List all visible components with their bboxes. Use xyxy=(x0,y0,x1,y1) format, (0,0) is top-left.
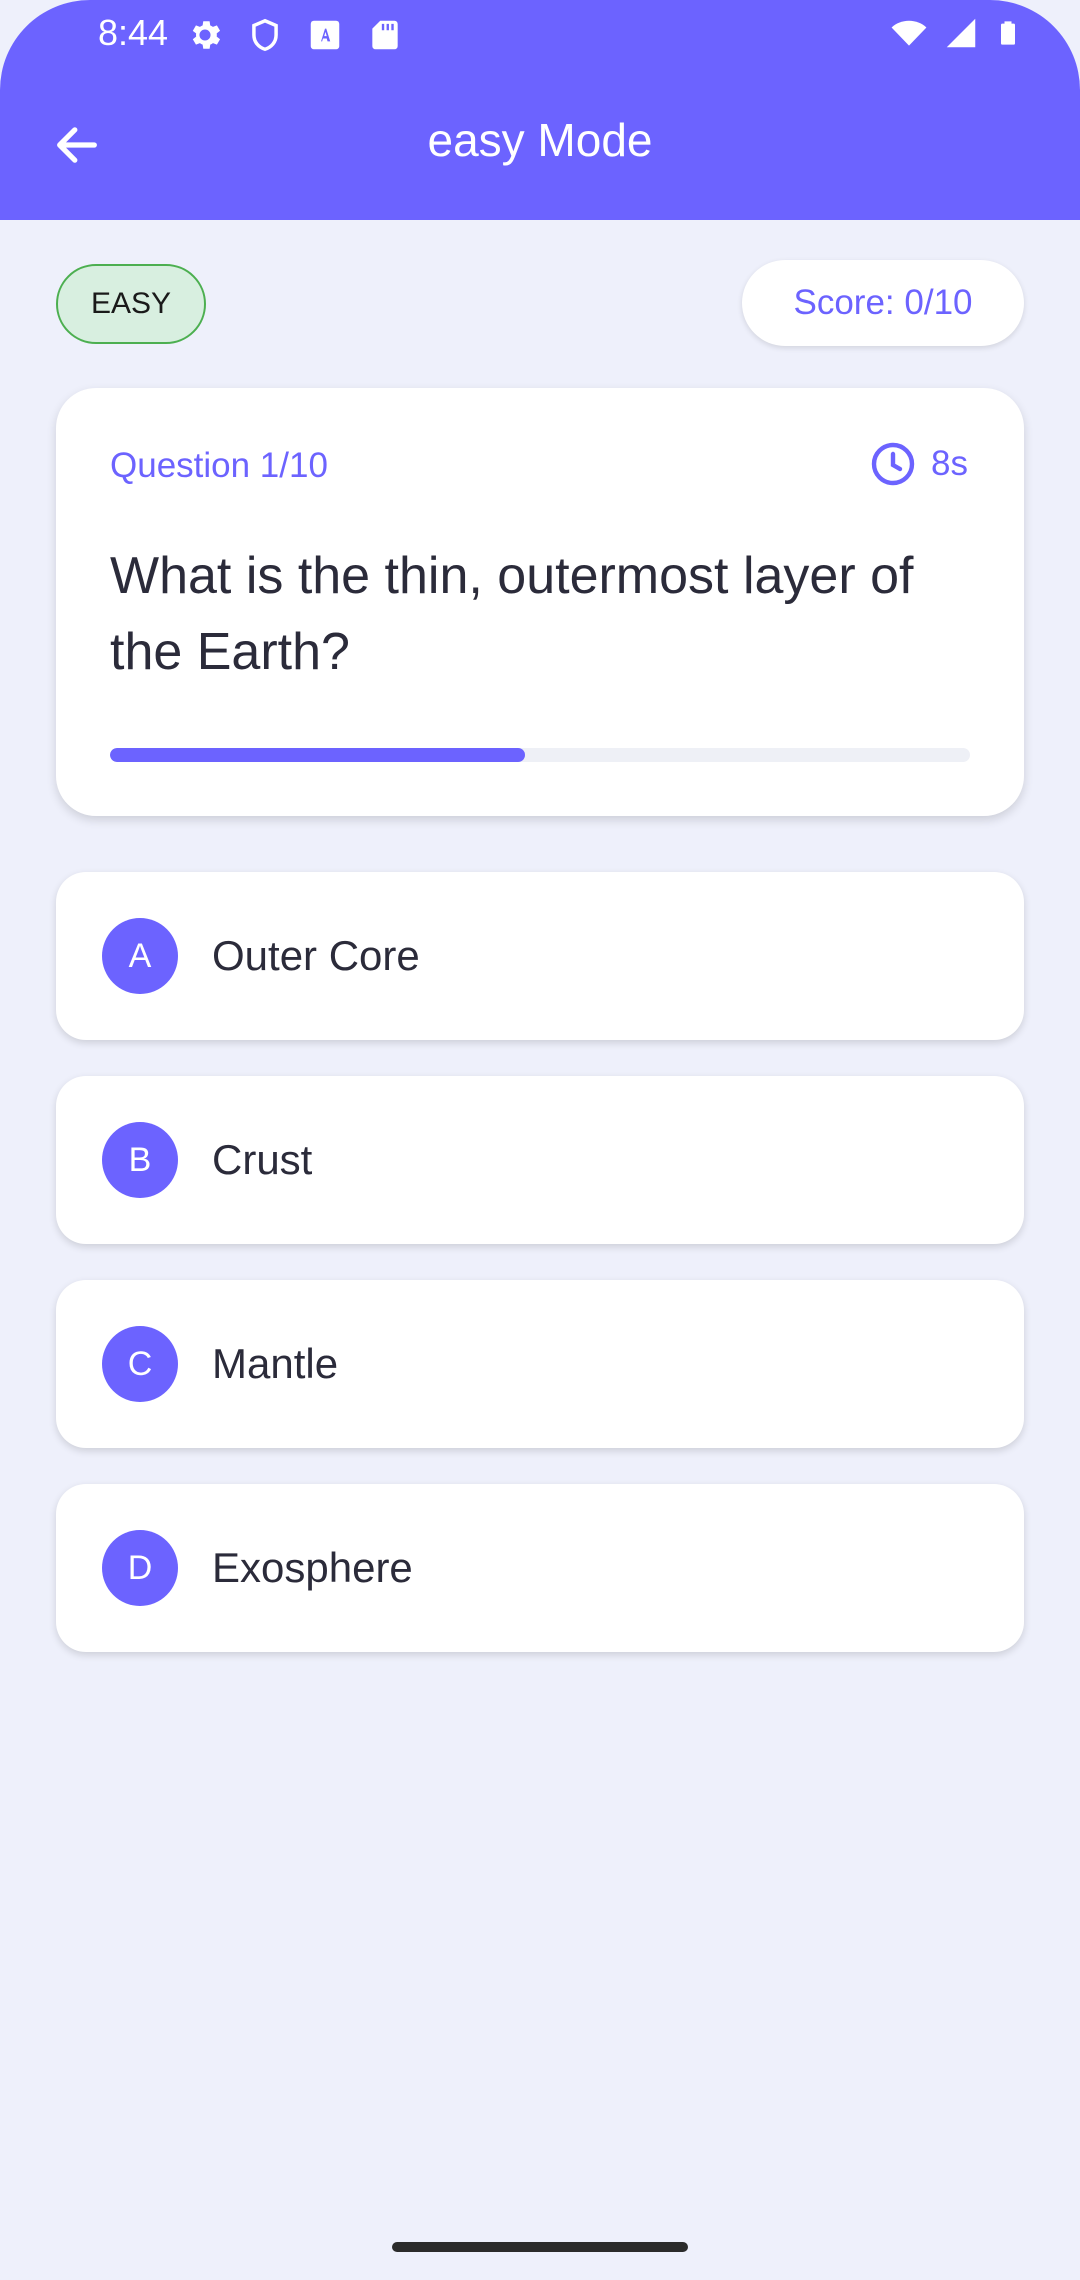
status-time: 8:44 xyxy=(98,12,169,53)
header: 8:44 easy Mode xyxy=(0,0,1080,220)
option-text: Mantle xyxy=(212,1340,339,1387)
settings-icon xyxy=(192,21,221,49)
timer-progress-bar xyxy=(110,748,970,762)
option-letter: A xyxy=(102,918,178,994)
timer-progress-fill xyxy=(110,748,526,762)
option-letter: C xyxy=(102,1326,178,1402)
option-d[interactable]: D Exosphere xyxy=(56,1484,1024,1652)
option-c[interactable]: C Mantle xyxy=(56,1280,1024,1448)
status-icons-right xyxy=(890,14,1022,52)
text-a-icon xyxy=(310,20,340,50)
option-a[interactable]: A Outer Core xyxy=(56,872,1024,1040)
shield-icon xyxy=(252,18,278,52)
status-bar: 8:44 xyxy=(0,0,1080,70)
question-text: What is the thin, outermost layer of the… xyxy=(110,547,914,681)
option-b[interactable]: B Crust xyxy=(56,1076,1024,1244)
option-text: Exosphere xyxy=(212,1544,413,1591)
score-badge: Score: 0/10 xyxy=(742,260,1024,346)
signal-icon xyxy=(946,18,976,48)
question-card: Question 1/10 8s What is the thin, outer… xyxy=(56,388,1024,816)
status-icons-left xyxy=(186,16,404,54)
timer-value: 8s xyxy=(931,444,968,483)
option-letter: B xyxy=(102,1122,178,1198)
timer: 8s xyxy=(869,440,968,488)
home-indicator[interactable] xyxy=(392,2242,688,2252)
difficulty-badge: EASY xyxy=(56,264,206,344)
sd-card-icon xyxy=(372,20,398,50)
wifi-icon xyxy=(891,20,927,46)
question-number: Question 1/10 xyxy=(110,446,328,485)
option-text: Crust xyxy=(212,1136,313,1183)
battery-icon xyxy=(1001,21,1015,45)
option-text: Outer Core xyxy=(212,932,420,979)
page-title: easy Mode xyxy=(427,114,653,166)
option-letter: D xyxy=(102,1530,178,1606)
app-bar: easy Mode xyxy=(0,80,1080,206)
clock-icon xyxy=(871,442,915,486)
